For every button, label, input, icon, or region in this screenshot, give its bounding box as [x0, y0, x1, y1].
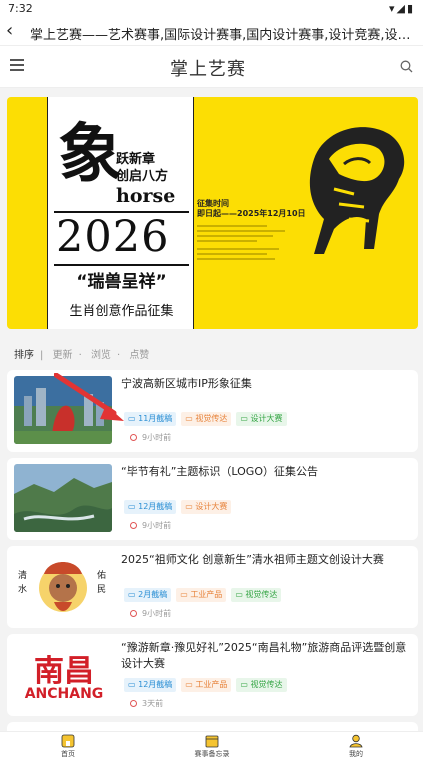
card-thumbnail: 南昌 ANCHANG: [14, 640, 112, 708]
poster-year: 2026: [56, 212, 170, 262]
card-thumbnail: [14, 464, 112, 532]
tag[interactable]: ▭ 11月截稿: [124, 412, 177, 426]
card-tags: ▭ 12月截稿 ▭ 工业产品 ▭ 视觉传达: [124, 678, 287, 692]
signal-icon: ◢: [396, 2, 407, 15]
sort-filter-bar: 排序 | 更新 · 浏览 · 点赞: [14, 350, 150, 361]
card-time: 3天前: [130, 698, 163, 709]
list-item[interactable]: 南昌 ANCHANG “豫游新章·豫见好礼”2025“南昌礼物”旅游商品评选暨创…: [7, 634, 418, 716]
thumb-text: ANCHANG: [24, 686, 104, 702]
folder-icon: ▭: [185, 502, 196, 511]
browser-titlebar: ‹ 掌上艺赛——艺术赛事,国际设计赛事,国内设计赛事,设计竞赛,设计比赛,设计: [0, 18, 423, 46]
tag[interactable]: ▭ 视觉传达: [181, 412, 232, 426]
tag[interactable]: ▭ 工业产品: [181, 678, 232, 692]
user-icon: [349, 734, 363, 748]
folder-icon: ▭: [185, 680, 196, 689]
thumb-text: 民: [96, 585, 106, 595]
promo-banner[interactable]: 象 跃新章 创启八方 horse 2026 “瑞兽呈祥” 生肖创意作品征集 征集…: [7, 97, 418, 329]
list-item[interactable]: [7, 722, 418, 731]
tag[interactable]: ▭ 2月截稿: [124, 588, 172, 602]
bottom-tab-bar: 首页 赛事备忘录 我的: [0, 731, 423, 762]
folder-icon: ▭: [235, 590, 246, 599]
poster-calligraphy: 象: [58, 117, 122, 192]
sort-by-likes[interactable]: 点赞: [129, 350, 149, 361]
thumb-text: 南昌: [34, 654, 94, 689]
back-arrow-icon[interactable]: ‹: [6, 20, 13, 41]
sort-by-views[interactable]: 浏览: [91, 350, 111, 361]
tab-mine[interactable]: 我的: [316, 734, 396, 759]
home-icon: [61, 734, 75, 748]
card-time: 9小时前: [130, 608, 171, 619]
calendar-icon: [205, 735, 219, 748]
card-thumbnail: 清 水 佑 民: [14, 552, 112, 620]
site-logo[interactable]: 掌上艺赛: [170, 55, 260, 80]
sort-by-updated[interactable]: 更新: [53, 350, 73, 361]
folder-icon: ▭: [240, 680, 251, 689]
card-title[interactable]: 2025“祖师文化 创意新生”清水祖师主题文创设计大赛: [121, 552, 411, 568]
tab-label: 首页: [61, 750, 75, 758]
tab-calendar[interactable]: 赛事备忘录: [172, 734, 252, 759]
site-header: 掌上艺赛: [0, 46, 423, 88]
horse-illustration: [309, 127, 405, 254]
card-thumbnail: [14, 376, 112, 444]
card-title[interactable]: “毕节有礼”主题标识（LOGO）征集公告: [121, 464, 411, 480]
tab-home[interactable]: 首页: [28, 734, 108, 759]
logo-text: 掌上艺赛: [170, 59, 246, 80]
card-title[interactable]: 宁波高新区城市IP形象征集: [121, 376, 411, 392]
folder-icon: ▭: [128, 680, 139, 689]
tab-label: 赛事备忘录: [194, 750, 230, 758]
card-time: 9小时前: [130, 520, 171, 531]
status-icons: ▾◢▮: [389, 2, 415, 15]
card-time: 9小时前: [130, 432, 171, 443]
folder-icon: ▭: [128, 502, 139, 511]
thumb-text: 佑: [96, 571, 106, 581]
folder-icon: ▭: [185, 414, 196, 423]
hamburger-menu-icon[interactable]: [10, 59, 24, 71]
list-item[interactable]: 宁波高新区城市IP形象征集 ▭ 11月截稿 ▭ 视觉传达 ▭ 设计大赛 9小时前: [7, 370, 418, 452]
list-item[interactable]: 清 水 佑 民 2025“祖师文化 创意新生”清水祖师主题文创设计大赛 ▭ 2月…: [7, 546, 418, 628]
status-time: 7:32: [8, 2, 33, 15]
poster-divider: [54, 264, 189, 266]
page-title: 掌上艺赛——艺术赛事,国际设计赛事,国内设计赛事,设计竞赛,设计比赛,设计: [30, 28, 415, 43]
folder-icon: ▭: [240, 414, 251, 423]
card-title[interactable]: “豫游新章·豫见好礼”2025“南昌礼物”旅游商品评选暨创意设计大赛: [121, 640, 411, 672]
poster-slogan-line: 跃新章: [116, 152, 156, 167]
poster-horse-word: horse: [116, 185, 176, 207]
folder-icon: ▭: [128, 590, 139, 599]
tag[interactable]: ▭ 视觉传达: [231, 588, 282, 602]
list-item[interactable]: “毕节有礼”主题标识（LOGO）征集公告 ▭ 12月截稿 ▭ 设计大赛 9小时前: [7, 458, 418, 540]
battery-icon: ▮: [406, 2, 415, 15]
tag[interactable]: ▭ 视觉传达: [236, 678, 287, 692]
tag[interactable]: ▭ 12月截稿: [124, 500, 177, 514]
poster-subtitle: 生肖创意作品征集: [69, 304, 174, 319]
card-tags: ▭ 2月截稿 ▭ 工业产品 ▭ 视觉传达: [124, 588, 282, 602]
poster-tagline: “瑞兽呈祥”: [76, 272, 167, 292]
card-tags: ▭ 12月截稿 ▭ 设计大赛: [124, 500, 232, 514]
sort-label: 排序: [14, 350, 34, 361]
search-icon[interactable]: [400, 60, 413, 73]
thumb-text: 水: [18, 585, 28, 595]
tag[interactable]: ▭ 设计大赛: [236, 412, 287, 426]
card-tags: ▭ 11月截稿 ▭ 视觉传达 ▭ 设计大赛: [124, 412, 287, 426]
poster-slogan: 跃新章 创启八方: [116, 151, 168, 185]
tag[interactable]: ▭ 设计大赛: [181, 500, 232, 514]
folder-icon: ▭: [180, 590, 191, 599]
folder-icon: ▭: [128, 414, 139, 423]
status-bar: 7:32 ▾◢▮: [0, 0, 423, 18]
poster-slogan-line: 创启八方: [116, 169, 169, 184]
tag[interactable]: ▭ 工业产品: [176, 588, 227, 602]
tag[interactable]: ▭ 12月截稿: [124, 678, 177, 692]
banner-poster: 象 跃新章 创启八方 horse 2026 “瑞兽呈祥” 生肖创意作品征集: [47, 97, 194, 329]
thumb-text: 清: [18, 571, 28, 581]
tab-label: 我的: [349, 750, 363, 758]
